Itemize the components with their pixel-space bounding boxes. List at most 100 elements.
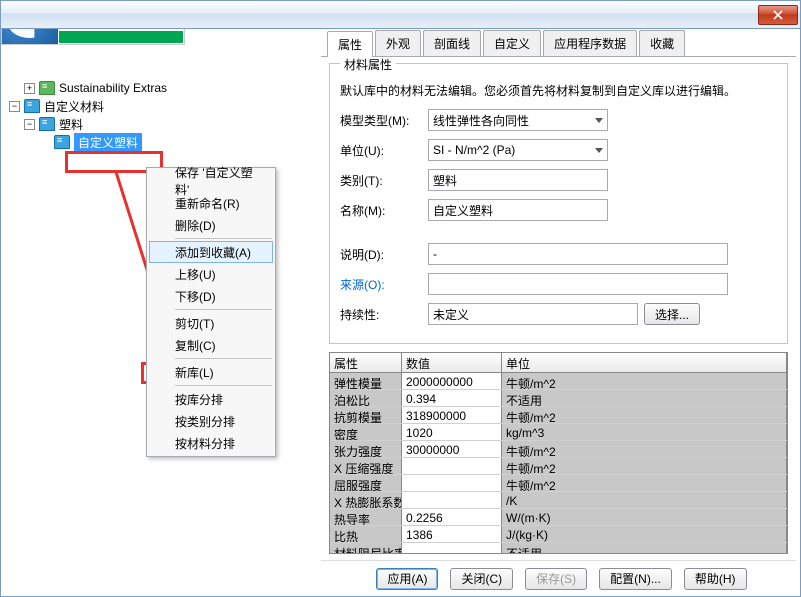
sustainability-input[interactable] xyxy=(428,303,638,325)
collapse-icon[interactable]: − xyxy=(9,101,20,112)
cell-value[interactable]: 30000000 xyxy=(402,441,502,457)
cell-prop: 材料阻尼比率 xyxy=(330,543,402,553)
ctx-sort-library[interactable]: 按库分排 xyxy=(149,388,273,410)
tree-node-plastic[interactable]: − 塑料 xyxy=(9,115,313,133)
ctx-save[interactable]: 保存 '自定义塑料' xyxy=(149,170,273,192)
cell-value[interactable]: 1386 xyxy=(402,526,502,542)
ctx-delete[interactable]: 删除(D) xyxy=(149,214,273,236)
table-row[interactable]: 泊松比0.394不适用 xyxy=(330,390,787,407)
folder-icon xyxy=(24,99,40,113)
apply-button[interactable]: 应用(A) xyxy=(376,568,438,590)
cell-value[interactable]: 2000000000 xyxy=(402,373,502,389)
tab-favorites[interactable]: 收藏 xyxy=(639,30,685,56)
ctx-move-down[interactable]: 下移(D) xyxy=(149,285,273,307)
cell-prop: 比热 xyxy=(330,526,402,542)
help-button[interactable]: 帮助(H) xyxy=(684,568,747,590)
cell-prop: 泊松比 xyxy=(330,390,402,406)
cell-prop: 张力强度 xyxy=(330,441,402,457)
cell-unit: 牛顿/m^2 xyxy=(502,407,787,423)
cell-value[interactable]: 318900000 xyxy=(402,407,502,423)
tree-node-sustainability[interactable]: +Sustainability Extras xyxy=(9,79,313,97)
cell-value[interactable] xyxy=(402,492,502,508)
table-body[interactable]: 弹性模量2000000000牛顿/m^2泊松比0.394不适用抗剪模量31890… xyxy=(330,373,787,553)
table-row[interactable]: 屈服强度牛顿/m^2 xyxy=(330,475,787,492)
logo-watermark xyxy=(1,29,185,47)
table-row[interactable]: 张力强度30000000牛顿/m^2 xyxy=(330,441,787,458)
cell-value[interactable] xyxy=(402,543,502,553)
config-button[interactable]: 配置(N)... xyxy=(599,568,672,590)
chevron-down-icon xyxy=(595,148,603,153)
table-row[interactable]: X 热膨胀系数/K xyxy=(330,492,787,509)
unit-select[interactable]: SI - N/m^2 (Pa) xyxy=(428,139,608,161)
ctx-sort-category[interactable]: 按类别分排 xyxy=(149,410,273,432)
separator xyxy=(175,309,272,310)
separator xyxy=(175,385,272,386)
cell-unit: 不适用 xyxy=(502,390,787,406)
close-button[interactable] xyxy=(758,5,798,25)
name-label: 名称(M): xyxy=(340,202,428,219)
tree-label-selected: 自定义塑料 xyxy=(74,133,142,152)
model-type-select[interactable]: 线性弹性各向同性 xyxy=(428,109,608,131)
ctx-copy[interactable]: 复制(C) xyxy=(149,334,273,356)
tab-properties[interactable]: 属性 xyxy=(327,31,373,57)
ctx-new-library[interactable]: 新库(L) xyxy=(149,361,273,383)
separator xyxy=(175,238,272,239)
tree-node-custom[interactable]: −自定义材料 xyxy=(9,97,313,115)
col-value[interactable]: 数值 xyxy=(402,353,502,372)
table-row[interactable]: 弹性模量2000000000牛顿/m^2 xyxy=(330,373,787,390)
ctx-add-favorite[interactable]: 添加到收藏(A) xyxy=(149,241,273,263)
cell-unit: W/(m·K) xyxy=(502,509,787,525)
col-unit[interactable]: 单位 xyxy=(502,353,787,372)
tabs: 属性 外观 剖面线 自定义 应用程序数据 收藏 xyxy=(321,33,796,57)
source-label[interactable]: 来源(O): xyxy=(340,276,428,293)
table-row[interactable]: 比热1386J/(kg·K) xyxy=(330,526,787,543)
table-row[interactable]: 抗剪模量318900000牛顿/m^2 xyxy=(330,407,787,424)
cell-prop: X 热膨胀系数 xyxy=(330,492,402,508)
select-value: 线性弹性各向同性 xyxy=(433,112,529,129)
cell-value[interactable]: 0.394 xyxy=(402,390,502,406)
table-row[interactable]: 材料阻尼比率 不适用 xyxy=(330,543,787,553)
table-row[interactable]: X 压缩强度 牛顿/m^2 xyxy=(330,458,787,475)
tab-custom[interactable]: 自定义 xyxy=(483,30,541,56)
cell-value[interactable]: 1020 xyxy=(402,424,502,440)
tab-hatch[interactable]: 剖面线 xyxy=(423,30,481,56)
material-tree[interactable]: +Sustainability Extras −自定义材料 − 塑料 自定义塑料 xyxy=(5,75,317,155)
cell-value[interactable]: 0.2256 xyxy=(402,509,502,525)
cell-unit: kg/m^3 xyxy=(502,424,787,440)
cell-unit: /K xyxy=(502,492,787,508)
cell-prop: 屈服强度 xyxy=(330,475,402,491)
ctx-sort-material[interactable]: 按材料分排 xyxy=(149,432,273,454)
sustainability-label: 持续性: xyxy=(340,306,428,323)
category-label: 类别(T): xyxy=(340,172,428,189)
description-input[interactable] xyxy=(428,243,728,265)
tab-appearance[interactable]: 外观 xyxy=(375,30,421,56)
select-value: SI - N/m^2 (Pa) xyxy=(433,143,515,157)
expand-icon[interactable]: + xyxy=(24,83,35,94)
category-input[interactable] xyxy=(428,169,608,191)
col-property[interactable]: 属性 xyxy=(330,353,402,372)
select-button[interactable]: 选择... xyxy=(644,303,700,325)
separator xyxy=(175,358,272,359)
tree-node-custom-plastic[interactable]: 自定义塑料 xyxy=(9,133,313,151)
cell-unit: 不适用 xyxy=(502,543,787,553)
tree-label: 塑料 xyxy=(59,116,83,133)
close-dialog-button[interactable]: 关闭(C) xyxy=(450,568,513,590)
cell-unit: 牛顿/m^2 xyxy=(502,373,787,389)
cell-prop: X 压缩强度 xyxy=(330,458,402,474)
collapse-icon[interactable]: − xyxy=(24,119,35,130)
table-row[interactable]: 密度1020kg/m^3 xyxy=(330,424,787,441)
cell-value[interactable] xyxy=(402,475,502,491)
source-input[interactable] xyxy=(428,273,728,295)
cell-unit: 牛顿/m^2 xyxy=(502,441,787,457)
tab-appdata[interactable]: 应用程序数据 xyxy=(543,30,637,56)
context-menu: 保存 '自定义塑料' 重新命名(R) 删除(D) 添加到收藏(A) 上移(U) … xyxy=(146,167,276,457)
cell-unit: 牛顿/m^2 xyxy=(502,458,787,474)
ctx-cut[interactable]: 剪切(T) xyxy=(149,312,273,334)
name-input[interactable] xyxy=(428,199,608,221)
cell-value[interactable] xyxy=(402,458,502,474)
note-text: 默认库中的材料无法编辑。您必须首先将材料复制到自定义库以进行编辑。 xyxy=(340,82,777,99)
table-row[interactable]: 热导率0.2256W/(m·K) xyxy=(330,509,787,526)
ctx-move-up[interactable]: 上移(U) xyxy=(149,263,273,285)
cell-prop: 密度 xyxy=(330,424,402,440)
folder-icon xyxy=(39,117,55,131)
